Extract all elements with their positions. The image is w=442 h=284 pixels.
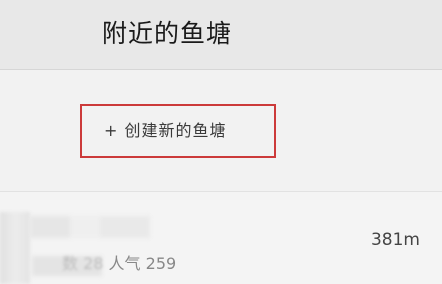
pond-list-item[interactable]: 数 28 人气 259 381m: [0, 192, 442, 284]
pond-member-count: 数 28: [62, 254, 104, 273]
pond-meta: 数 28 人气 259: [62, 253, 176, 275]
top-navigation-bar: 附近的鱼塘: [0, 0, 442, 70]
create-pond-label: + 创建新的鱼塘: [104, 121, 227, 140]
pond-popularity: 人气 259: [108, 254, 177, 273]
pond-name-blurred: [30, 216, 150, 238]
create-pond-section: + 创建新的鱼塘: [0, 70, 442, 192]
pond-distance: 381m: [370, 230, 420, 250]
pond-avatar: [0, 212, 30, 284]
page-title: 附近的鱼塘: [102, 19, 233, 48]
nearby-pond-list: 数 28 人气 259 381m: [0, 192, 442, 284]
create-pond-button[interactable]: + 创建新的鱼塘: [80, 104, 276, 158]
